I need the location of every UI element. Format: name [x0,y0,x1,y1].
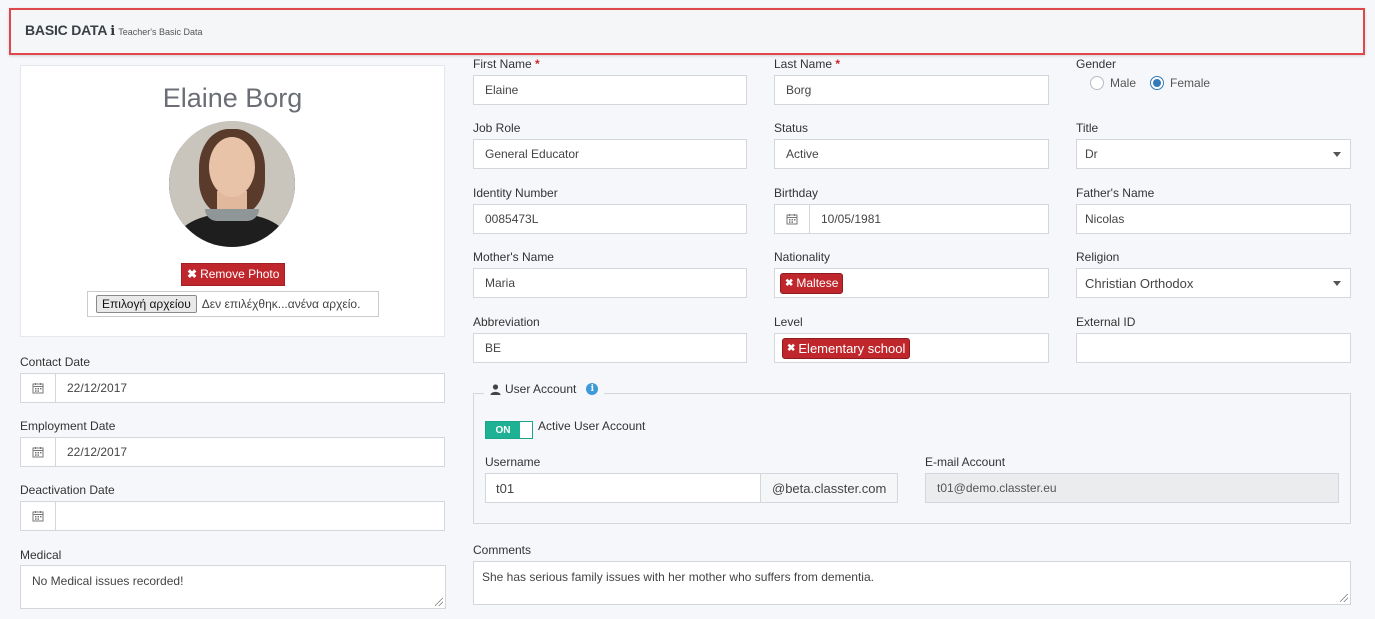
user-icon [490,383,501,395]
abbreviation-label: Abbreviation [473,315,540,329]
gender-female-label: Female [1170,76,1211,90]
first-name-input[interactable]: Elaine [473,75,747,105]
identity-number-input[interactable]: 0085473L [473,204,747,234]
calendar-icon[interactable] [21,438,56,466]
level-multiselect[interactable]: ✖ Elementary school [774,333,1049,363]
comments-label: Comments [473,543,532,557]
email-input: t01@demo.classter.eu [925,473,1339,503]
job-role-label: Job Role [473,121,521,135]
remove-photo-label: Remove Photo [200,267,280,281]
info-icon[interactable]: i [110,24,115,39]
nationality-label: Nationality [774,250,831,264]
calendar-icon[interactable] [21,374,56,402]
level-label: Level [774,315,803,329]
title-label: Title [1076,121,1099,135]
fathers-name-input[interactable]: Nicolas [1076,204,1351,234]
level-tag[interactable]: ✖ Elementary school [782,337,911,359]
avatar [169,121,295,247]
file-upload: Επιλογή αρχείου Δεν επιλέχθηκ...ανένα αρ… [87,291,379,317]
section-header: BASIC DATA i Teacher's Basic Data [9,8,1365,55]
resize-handle[interactable] [1340,594,1348,602]
user-account-fieldset [473,393,1351,524]
close-icon: ✖ [187,267,198,281]
gender-radio-group: Male Female [1090,76,1210,90]
birthday-label: Birthday [774,186,819,200]
deactivation-date-label: Deactivation Date [20,483,115,497]
contact-date-field[interactable]: 22/12/2017 [20,373,445,403]
mothers-name-input[interactable]: Maria [473,268,747,298]
active-account-label: Active User Account [538,419,646,433]
close-icon[interactable]: ✖ [787,343,795,354]
contact-date-value: 22/12/2017 [67,381,128,395]
gender-male-label: Male [1110,76,1137,90]
chevron-down-icon [1333,281,1341,286]
profile-card: Elaine Borg ✖ Remove Photo Επιλογή αρχεί… [20,65,445,337]
user-account-title: User Account [505,382,577,396]
medical-textarea[interactable]: No Medical issues recorded! [20,565,446,609]
toggle-on-label: ON [486,422,520,438]
file-status: Δεν επιλέχθηκ...ανένα αρχείο. [201,297,361,311]
gender-label: Gender [1076,57,1117,71]
job-role-input[interactable]: General Educator [473,139,747,169]
nationality-tag[interactable]: ✖ Maltese [780,272,844,294]
user-account-legend: User Account i [484,382,605,396]
gender-male-radio[interactable] [1090,76,1104,90]
close-icon[interactable]: ✖ [785,278,793,289]
title-select[interactable]: Dr [1076,139,1351,169]
last-name-label: Last Name * [774,57,841,71]
email-label: E-mail Account [925,455,1006,469]
employment-date-value: 22/12/2017 [67,445,128,459]
comments-value: She has serious family issues with her m… [482,570,874,584]
profile-name: Elaine Borg [162,83,303,113]
info-icon[interactable]: i [586,383,599,395]
domain-suffix: @beta.classter.com [760,473,898,503]
deactivation-date-value [56,502,67,530]
mothers-name-label: Mother's Name [473,250,554,264]
toggle-knob [520,422,532,438]
contact-date-label: Contact Date [20,355,91,369]
external-id-label: External ID [1076,315,1136,329]
external-id-input[interactable] [1076,333,1351,363]
active-account-toggle[interactable]: ON [485,421,533,439]
nationality-multiselect[interactable]: ✖ Maltese [774,268,1049,298]
calendar-icon[interactable] [21,502,56,530]
birthday-value: 10/05/1981 [821,212,882,226]
status-input[interactable]: Active [774,139,1049,169]
calendar-icon[interactable] [775,205,810,233]
identity-number-label: Identity Number [473,186,558,200]
medical-label: Medical [20,548,62,562]
last-name-input[interactable]: Borg [774,75,1049,105]
religion-select[interactable]: Christian Orthodox [1076,268,1351,298]
username-input[interactable]: t01 [485,473,761,503]
comments-textarea[interactable]: She has serious family issues with her m… [473,561,1351,605]
chevron-down-icon [1333,152,1341,157]
gender-female-radio[interactable] [1150,76,1165,90]
remove-photo-button[interactable]: ✖ Remove Photo [181,263,286,286]
status-label: Status [774,121,809,135]
deactivation-date-field[interactable] [20,501,445,531]
birthday-field[interactable]: 10/05/1981 [774,204,1049,234]
employment-date-field[interactable]: 22/12/2017 [20,437,445,467]
fathers-name-label: Father's Name [1076,186,1155,200]
first-name-label: First Name * [473,57,540,71]
username-label: Username [485,455,541,469]
resize-handle[interactable] [435,598,443,606]
medical-value: No Medical issues recorded! [32,574,184,588]
section-title: BASIC DATA [25,22,108,38]
religion-label: Religion [1076,250,1120,264]
employment-date-label: Employment Date [20,419,116,433]
abbreviation-input[interactable]: BE [473,333,747,363]
choose-file-button[interactable]: Επιλογή αρχείου [96,295,197,313]
section-subtitle: Teacher's Basic Data [118,27,203,37]
